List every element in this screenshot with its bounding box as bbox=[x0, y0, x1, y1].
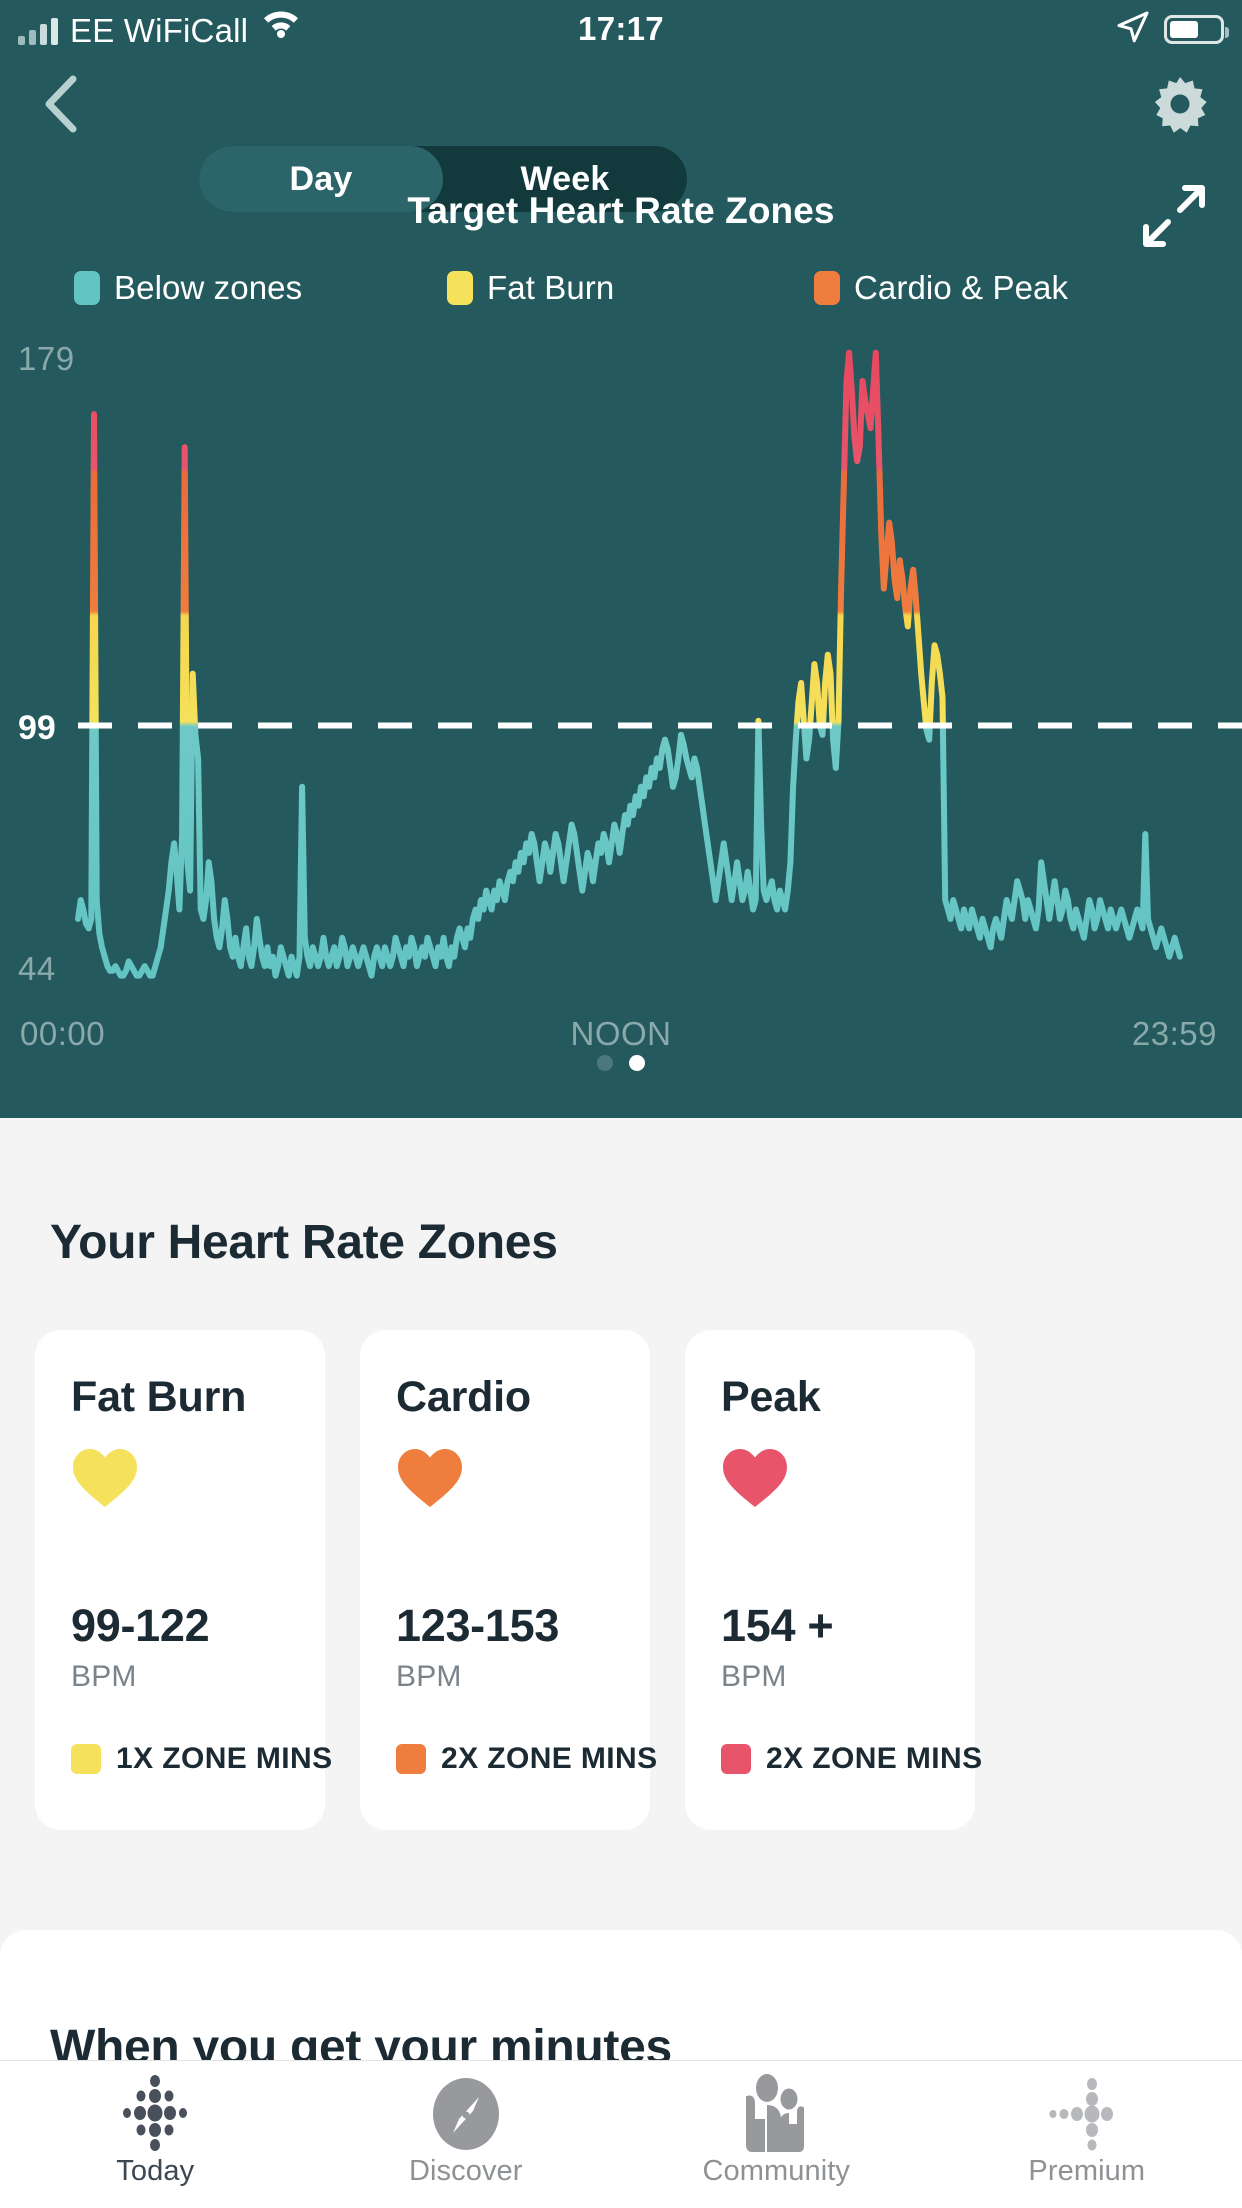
location-arrow-icon bbox=[1116, 10, 1150, 49]
zone-card-cardio[interactable]: Cardio 123-153 BPM 2X ZONE MINS bbox=[360, 1330, 650, 1830]
badge-swatch bbox=[721, 1744, 751, 1774]
tab-discover[interactable]: Discover bbox=[311, 2061, 622, 2208]
settings-button[interactable] bbox=[1140, 64, 1220, 144]
legend-swatch bbox=[814, 271, 840, 305]
legend-item-below-zones: Below zones bbox=[74, 269, 302, 307]
badge-label: 1X ZONE MINS bbox=[116, 1742, 333, 1776]
y-axis-min-label: 44 bbox=[18, 950, 56, 988]
tab-community[interactable]: Community bbox=[621, 2061, 932, 2208]
heart-rate-chart[interactable] bbox=[0, 330, 1242, 1020]
battery-icon bbox=[1164, 15, 1224, 44]
legend-item-fat-burn: Fat Burn bbox=[447, 269, 614, 307]
zone-card-range: 99-122 bbox=[71, 1600, 209, 1652]
chart-title: Target Heart Rate Zones bbox=[0, 190, 1242, 232]
app-root: EE WiFiCall 17:17 bbox=[0, 0, 1242, 2208]
tab-premium[interactable]: Premium bbox=[932, 2061, 1242, 2208]
zone-card-unit: BPM bbox=[396, 1660, 462, 1694]
zone-card-badge: 2X ZONE MINS bbox=[721, 1742, 983, 1776]
zone-card-fat-burn[interactable]: Fat Burn 99-122 BPM 1X ZONE MINS bbox=[35, 1330, 325, 1830]
legend-swatch bbox=[447, 271, 473, 305]
legend-label: Fat Burn bbox=[487, 269, 614, 307]
y-axis-threshold-label: 99 bbox=[18, 709, 56, 748]
legend-item-cardio-peak: Cardio & Peak bbox=[814, 269, 1068, 307]
zone-card-range: 154 + bbox=[721, 1600, 833, 1652]
people-group-icon bbox=[731, 2075, 821, 2153]
page-indicator[interactable] bbox=[0, 1055, 1242, 1071]
tab-label: Community bbox=[702, 2155, 850, 2188]
badge-label: 2X ZONE MINS bbox=[441, 1742, 658, 1776]
legend-label: Cardio & Peak bbox=[854, 269, 1068, 307]
tab-label: Discover bbox=[409, 2155, 523, 2188]
heart-rate-chart-panel: EE WiFiCall 17:17 bbox=[0, 0, 1242, 1118]
zone-card-unit: BPM bbox=[721, 1660, 787, 1694]
heart-icon bbox=[396, 1447, 464, 1514]
legend-swatch bbox=[74, 271, 100, 305]
bottom-tab-bar[interactable]: Today Discover bbox=[0, 2060, 1242, 2208]
fitbit-dots-icon bbox=[107, 2075, 203, 2153]
zone-card-title: Peak bbox=[721, 1373, 821, 1422]
x-axis-end-label: 23:59 bbox=[1132, 1015, 1217, 1053]
badge-label: 2X ZONE MINS bbox=[766, 1742, 983, 1776]
heart-icon bbox=[71, 1447, 139, 1514]
zone-card-title: Cardio bbox=[396, 1373, 531, 1422]
y-axis-max-label: 179 bbox=[18, 340, 75, 378]
badge-swatch bbox=[71, 1744, 101, 1774]
legend-label: Below zones bbox=[114, 269, 302, 307]
expand-diagonal-icon bbox=[1136, 178, 1212, 254]
status-bar: EE WiFiCall 17:17 bbox=[0, 0, 1242, 58]
zone-card-peak[interactable]: Peak 154 + BPM 2X ZONE MINS bbox=[685, 1330, 975, 1830]
compass-icon bbox=[427, 2075, 505, 2153]
back-button[interactable] bbox=[22, 64, 102, 144]
page-dot-active[interactable] bbox=[629, 1055, 645, 1071]
status-bar-right bbox=[1116, 10, 1224, 49]
heart-icon bbox=[721, 1447, 789, 1514]
nav-bar: Day Week bbox=[0, 58, 1242, 148]
page-dot[interactable] bbox=[597, 1055, 613, 1071]
gear-icon bbox=[1149, 73, 1211, 135]
badge-swatch bbox=[396, 1744, 426, 1774]
zone-cards-carousel[interactable]: Fat Burn 99-122 BPM 1X ZONE MINS Cardio … bbox=[0, 1330, 1242, 1830]
premium-dots-icon bbox=[1039, 2075, 1135, 2153]
tab-today[interactable]: Today bbox=[0, 2061, 311, 2208]
heart-rate-line-chart bbox=[0, 330, 1242, 1020]
zone-card-badge: 2X ZONE MINS bbox=[396, 1742, 658, 1776]
clock-label: 17:17 bbox=[0, 10, 1242, 48]
zone-card-title: Fat Burn bbox=[71, 1373, 246, 1422]
x-axis-mid-label: NOON bbox=[0, 1015, 1242, 1053]
zones-heading: Your Heart Rate Zones bbox=[50, 1215, 558, 1270]
tab-label: Premium bbox=[1028, 2155, 1145, 2188]
zone-card-badge: 1X ZONE MINS bbox=[71, 1742, 333, 1776]
zone-card-unit: BPM bbox=[71, 1660, 137, 1694]
tab-label: Today bbox=[116, 2155, 194, 2188]
expand-chart-button[interactable] bbox=[1136, 178, 1212, 254]
zone-card-range: 123-153 bbox=[396, 1600, 559, 1652]
chart-legend: Below zones Fat Burn Cardio & Peak bbox=[0, 268, 1242, 308]
